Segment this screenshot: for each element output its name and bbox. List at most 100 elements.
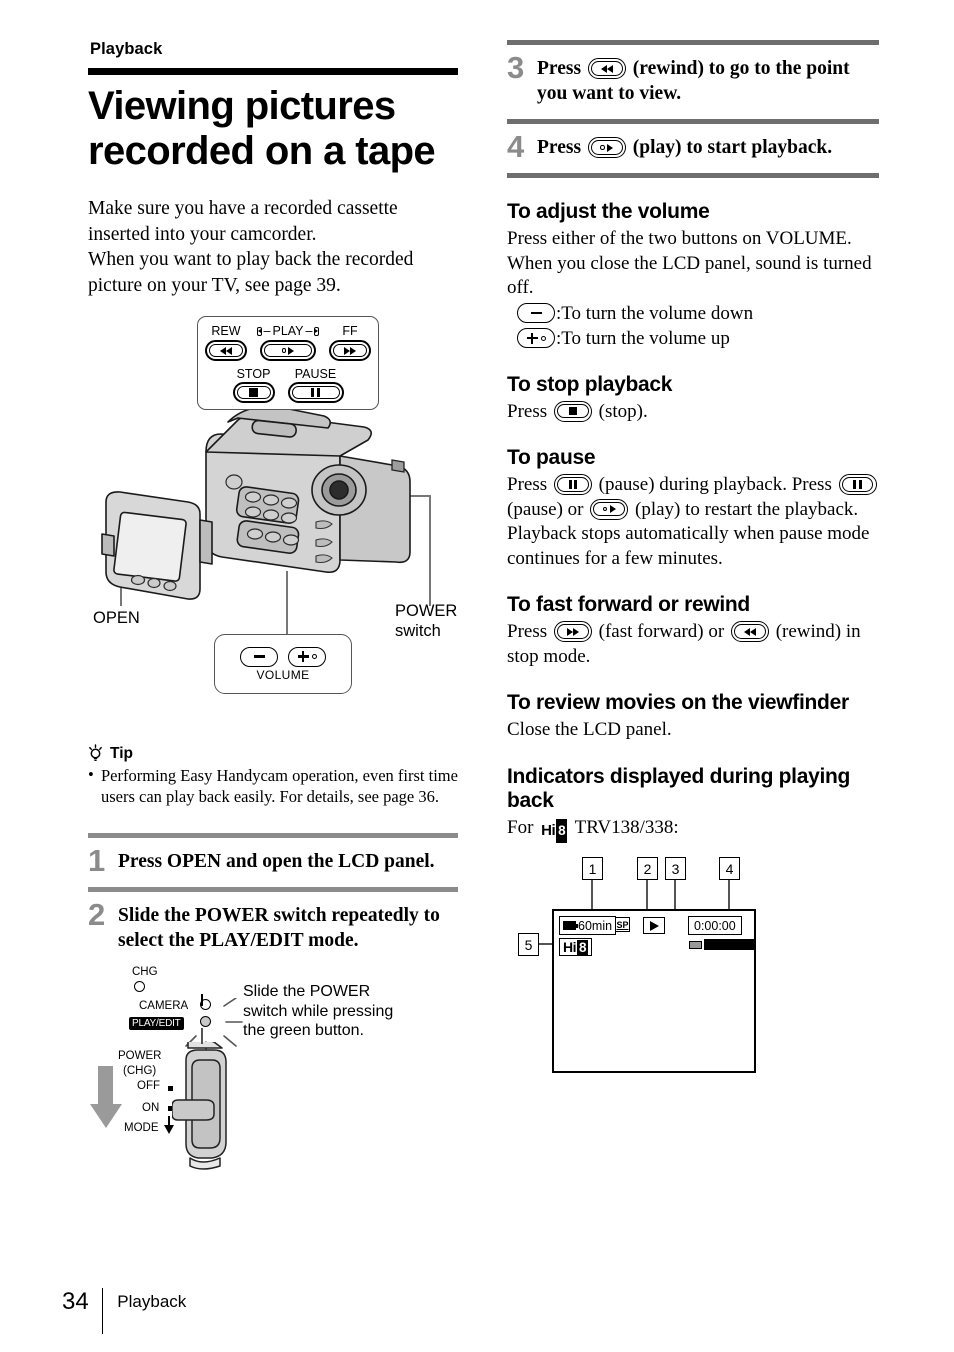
power-label: POWER — [118, 1050, 162, 1062]
ff-text-2: (fast forward) or — [598, 621, 725, 642]
transport-buttons-callout: REW – PLAY – FF STOP PAUSE — [197, 316, 379, 410]
lightbulb-icon — [89, 744, 102, 761]
step-3-text-before: Press — [537, 58, 582, 79]
left-column: Playback Viewing pictures recorded on a … — [88, 40, 458, 1176]
tape-counter-indicator — [689, 939, 756, 950]
pause-text-6: Playback stops automatically when pause … — [507, 523, 870, 544]
fast-forward-icon[interactable] — [553, 621, 592, 642]
rewind-icon-2[interactable] — [730, 621, 769, 642]
step-4: 4 Press (play) to start playback. — [507, 129, 879, 164]
volume-label: VOLUME — [256, 667, 310, 682]
play-button[interactable] — [260, 340, 316, 361]
volume-callout: VOLUME — [214, 634, 352, 694]
pause-label: PAUSE — [294, 367, 337, 381]
running-head: Playback — [90, 40, 163, 58]
step-3-rule — [507, 40, 879, 45]
ff-text-3: (rewind) in — [775, 621, 861, 642]
tape-remaining-bar — [704, 939, 756, 950]
volume-line-2: When you close the LCD panel, sound is t… — [507, 252, 872, 274]
format-indicator: Hi 8 — [559, 938, 593, 956]
tip-header: Tip — [88, 744, 458, 763]
play-label: – PLAY – — [256, 324, 320, 338]
ff-rew-body: Press (fast forward) or (rewind) in stop… — [507, 620, 879, 669]
mode-label: MODE — [124, 1122, 159, 1134]
volume-line-3: off. — [507, 277, 534, 298]
volume-up-line: :To turn the volume up — [517, 326, 879, 351]
section-heading-volume: To adjust the volume — [507, 200, 710, 223]
ff-mini-icon — [314, 326, 320, 336]
volume-up-button[interactable] — [288, 646, 326, 667]
step-3-number: 3 — [507, 50, 525, 85]
volume-down-button[interactable] — [240, 646, 278, 667]
page-footer: 34 Playback — [62, 1288, 186, 1334]
power-switch-note: Slide the POWER switch while pressing th… — [243, 983, 394, 1039]
volume-up-icon[interactable] — [517, 328, 555, 348]
pause-text-1: Press — [507, 474, 548, 495]
step-4-number: 4 — [507, 129, 525, 164]
step-1-number: 1 — [88, 843, 106, 878]
lcd-screen: 60min SP 0:00:00 Hi 8 — [552, 909, 756, 1073]
section-heading-viewfinder: To review movies on the viewfinder — [507, 691, 849, 714]
pause-body: Press (pause) during playback. Press (pa… — [507, 473, 879, 571]
pause-text-7: continues for a few minutes. — [507, 547, 723, 569]
chg-lamp-icon — [134, 981, 145, 992]
pause-text-2: (pause) during playback. Press — [598, 474, 832, 495]
step-2-rule — [88, 887, 458, 892]
rew-label: REW — [211, 324, 241, 338]
switch-leader — [201, 1028, 203, 1044]
stop-body: Press (stop). — [507, 400, 879, 425]
cassette-icon — [689, 940, 702, 949]
fast-forward-button[interactable] — [329, 340, 371, 361]
step-2-text: Slide the POWER switch repeatedly to sel… — [118, 905, 440, 951]
right-column: 3 Press (rewind) to go to the point you … — [507, 40, 879, 1097]
model-numbers: TRV138/338: — [574, 816, 679, 838]
stop-press-text: Press — [507, 400, 548, 422]
battery-indicator: 60min — [559, 916, 617, 935]
step-4-text-after: (play) to start playback. — [632, 137, 833, 158]
rec-mode-indicator: SP — [615, 917, 630, 932]
ff-text-4: stop mode. — [507, 645, 591, 667]
tip-list: Performing Easy Handycam operation, even… — [88, 764, 458, 807]
hi8-logo-inline: Hi 8 — [541, 818, 568, 843]
timecode-indicator: 0:00:00 — [688, 916, 742, 935]
pause-text-3: (pause) or — [507, 498, 584, 520]
chg-paren-label: (CHG) — [123, 1065, 157, 1077]
intro-line-2: inserted into your camcorder. — [88, 223, 317, 245]
open-callout-label: OPEN — [93, 609, 140, 627]
ff-label: FF — [342, 324, 358, 338]
hi8-logo-lcd: Hi 8 — [563, 939, 589, 955]
intro-line-1: Make sure you have a recorded cassette — [88, 198, 398, 219]
rewind-button[interactable] — [205, 340, 247, 361]
step-2-number: 2 — [88, 897, 106, 932]
play-status-indicator — [643, 917, 665, 934]
stop-button[interactable] — [232, 382, 275, 403]
volume-down-icon[interactable] — [517, 303, 555, 323]
callout-3: 3 — [665, 857, 686, 880]
step-4-rule-bottom — [507, 173, 879, 178]
section-heading-pause: To pause — [507, 446, 596, 469]
pause-text-5: playback. — [784, 498, 859, 520]
camcorder-figure: REW – PLAY – FF STOP PAUSE OPEN POWER sw… — [88, 316, 458, 736]
intro-line-3: When you want to play back the recorded — [88, 249, 414, 270]
play-icon-2[interactable] — [590, 498, 629, 520]
pause-icon-2[interactable] — [838, 474, 877, 495]
stop-icon[interactable] — [553, 400, 592, 422]
play-icon[interactable] — [587, 137, 626, 158]
title-rule — [88, 68, 458, 75]
indicators-models-line: For Hi 8 TRV138/338: — [507, 816, 879, 843]
pause-button[interactable] — [287, 382, 344, 403]
rewind-icon[interactable] — [587, 58, 626, 79]
volume-down-text: :To turn the volume down — [556, 302, 754, 324]
tip-item: Performing Easy Handycam operation, even… — [88, 764, 458, 807]
ff-text-1: Press — [507, 621, 548, 642]
step-3-text: Press (rewind) to go to the point you wa… — [537, 54, 879, 106]
pause-icon[interactable] — [553, 474, 592, 495]
off-label: OFF — [137, 1080, 160, 1092]
intro-text: Make sure you have a recorded cassette i… — [88, 196, 458, 298]
page-title: Viewing pictures recorded on a tape — [88, 84, 436, 173]
tip-block: Tip Performing Easy Handycam operation, … — [88, 744, 458, 807]
power-switch-illustration — [172, 1042, 227, 1170]
power-switch-figure: CHG CAMERA PLAY/EDIT POWER (CHG) OFF ON — [88, 966, 458, 1176]
callout-1: 1 — [582, 857, 603, 880]
intro-line-4: picture on your TV, see page 39. — [88, 274, 341, 296]
